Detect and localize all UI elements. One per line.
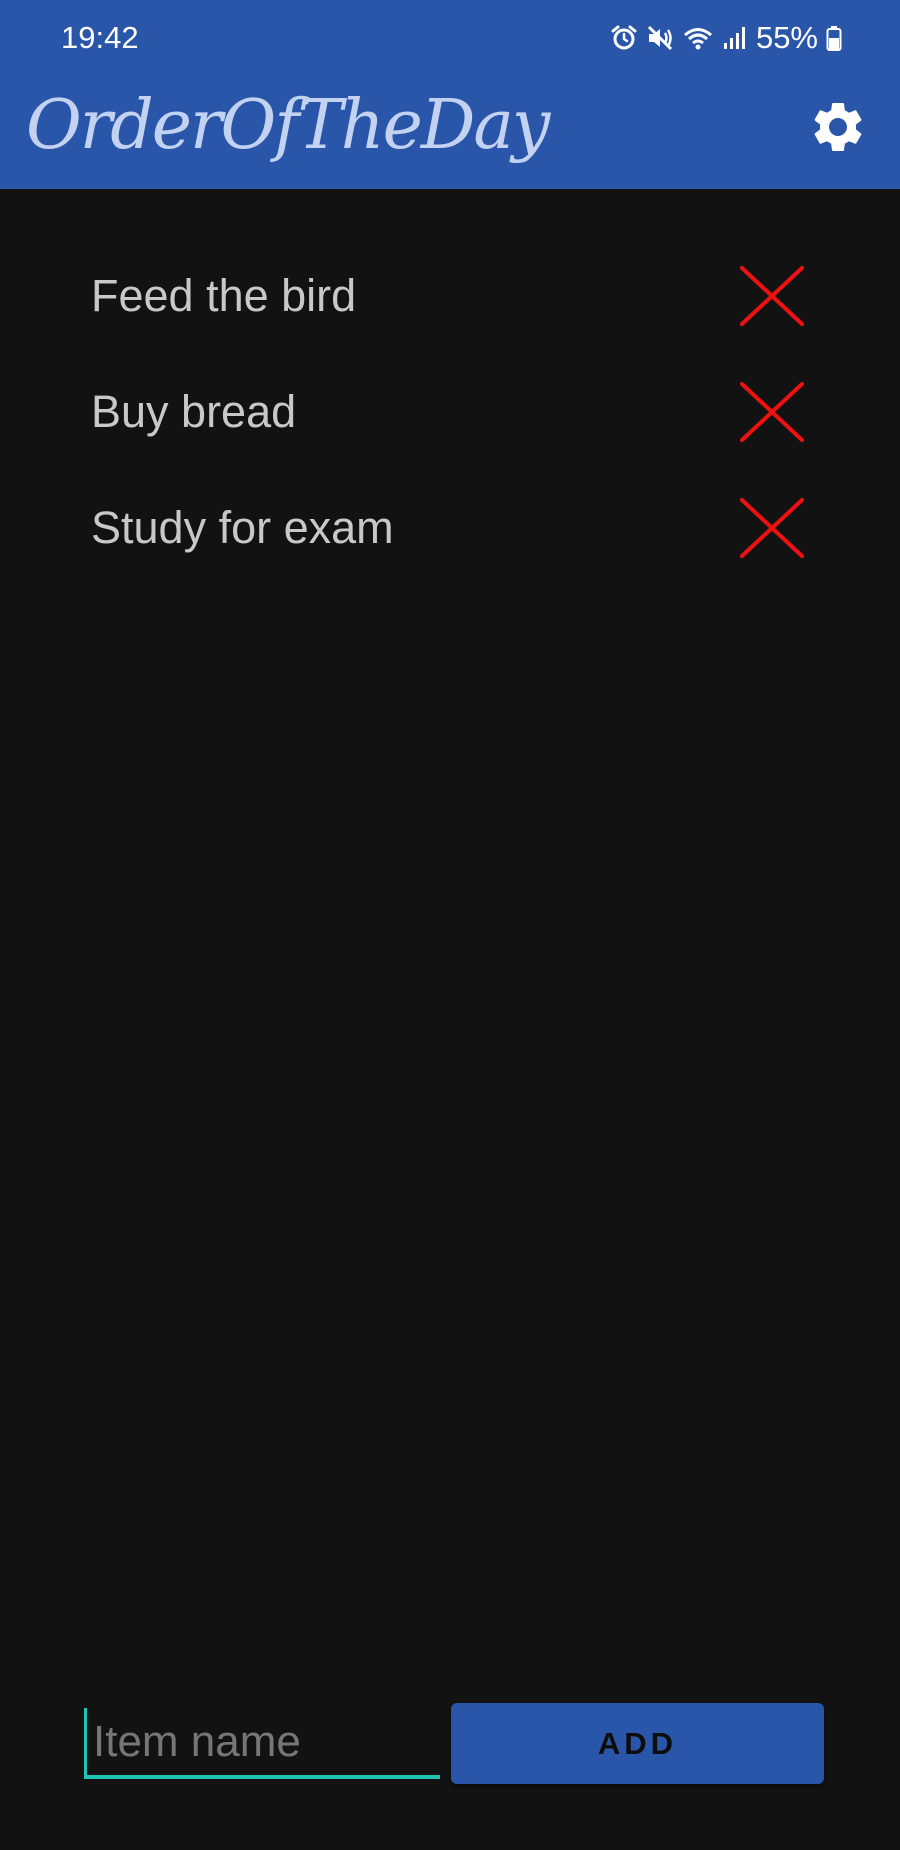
- settings-button[interactable]: [805, 96, 871, 162]
- close-icon: [739, 381, 805, 448]
- alarm-icon: [610, 24, 638, 52]
- delete-task-button[interactable]: [736, 378, 808, 450]
- task-item: Study for exam: [0, 470, 900, 586]
- task-list: Feed the bird Buy bread Study for exam: [0, 238, 900, 586]
- close-icon: [739, 497, 805, 564]
- status-time: 19:42: [61, 20, 139, 55]
- status-icons: 55%: [610, 18, 842, 58]
- app-title: OrderOfTheDay: [26, 86, 550, 165]
- battery-percent: 55%: [755, 20, 818, 55]
- wifi-icon: [682, 24, 714, 52]
- task-item: Buy bread: [0, 354, 900, 470]
- task-label: Buy bread: [91, 386, 297, 437]
- battery-icon: [826, 24, 842, 52]
- close-icon: [739, 265, 805, 332]
- delete-task-button[interactable]: [736, 494, 808, 566]
- delete-task-button[interactable]: [736, 262, 808, 334]
- task-label: Feed the bird: [91, 270, 357, 321]
- gear-icon: [808, 97, 868, 162]
- app-bar: 19:42 55% OrderOfTheDay: [0, 0, 900, 189]
- status-bar: 19:42 55%: [0, 0, 900, 76]
- item-name-input[interactable]: [84, 1708, 440, 1779]
- item-name-field: [84, 1708, 440, 1783]
- task-label: Study for exam: [91, 502, 394, 553]
- signal-icon: [722, 24, 748, 52]
- add-button[interactable]: ADD: [451, 1703, 824, 1784]
- mute-icon: [646, 24, 674, 52]
- task-item: Feed the bird: [0, 238, 900, 354]
